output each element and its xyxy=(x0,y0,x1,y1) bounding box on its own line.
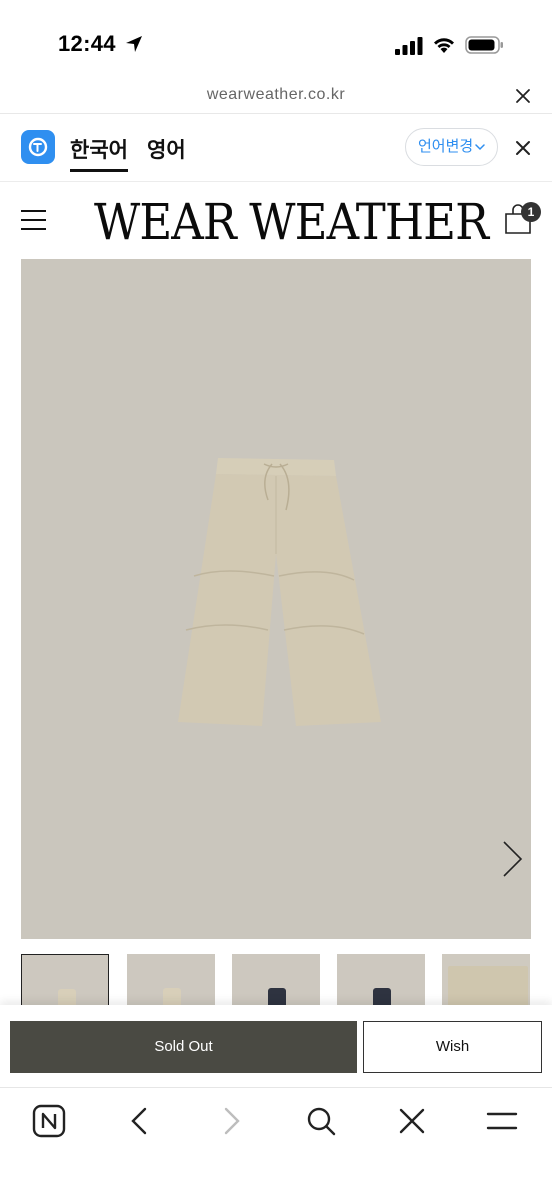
search-icon[interactable] xyxy=(304,1104,338,1138)
thumbnail-1[interactable] xyxy=(21,954,109,1010)
thumbnail-3[interactable] xyxy=(232,954,320,1010)
thumbnail-2[interactable] xyxy=(127,954,215,1010)
language-change-button[interactable]: 언어변경 xyxy=(405,128,498,166)
status-bar: 12:44 xyxy=(0,0,552,82)
tab-english[interactable]: 영어 xyxy=(147,134,186,164)
url-bar[interactable]: wearweather.co.kr xyxy=(0,82,552,114)
site-header: WEAR WEATHER 1 xyxy=(0,183,552,259)
forward-icon[interactable] xyxy=(214,1104,248,1138)
tab-korean[interactable]: 한국어 xyxy=(70,134,128,172)
back-icon[interactable] xyxy=(123,1104,157,1138)
chevron-down-icon xyxy=(475,144,485,151)
close-icon[interactable] xyxy=(515,140,531,156)
cart-count-badge: 1 xyxy=(521,202,541,222)
wifi-icon xyxy=(434,38,454,53)
product-image[interactable] xyxy=(21,259,531,939)
thumbnail-5[interactable] xyxy=(442,954,530,1010)
papago-logo-icon xyxy=(21,130,55,164)
product-pants-image xyxy=(178,458,381,726)
cellular-signal-icon xyxy=(395,37,423,55)
close-icon[interactable] xyxy=(515,88,531,104)
thumbnail-4[interactable] xyxy=(337,954,425,1010)
close-icon[interactable] xyxy=(395,1104,429,1138)
menu-icon[interactable] xyxy=(21,208,46,230)
status-time: 12:44 xyxy=(58,31,116,56)
browser-toolbar xyxy=(0,1087,552,1200)
chevron-right-icon[interactable] xyxy=(501,839,525,879)
translate-bar: 한국어 영어 언어변경 xyxy=(0,114,552,182)
menu-icon[interactable] xyxy=(485,1104,519,1138)
sold-out-button[interactable]: Sold Out xyxy=(10,1021,357,1073)
url-domain[interactable]: wearweather.co.kr xyxy=(0,86,552,104)
location-arrow-icon xyxy=(126,36,142,52)
purchase-action-bar: Sold Out Wish xyxy=(0,1005,552,1087)
battery-icon xyxy=(465,36,503,54)
wish-button[interactable]: Wish xyxy=(363,1021,542,1073)
naver-n-icon[interactable] xyxy=(32,1104,66,1138)
thumbnail-strip xyxy=(0,952,552,1010)
language-change-label: 언어변경 xyxy=(418,138,474,155)
brand-logo[interactable]: WEAR WEATHER xyxy=(94,193,489,251)
thumbnail-item xyxy=(448,966,528,1010)
